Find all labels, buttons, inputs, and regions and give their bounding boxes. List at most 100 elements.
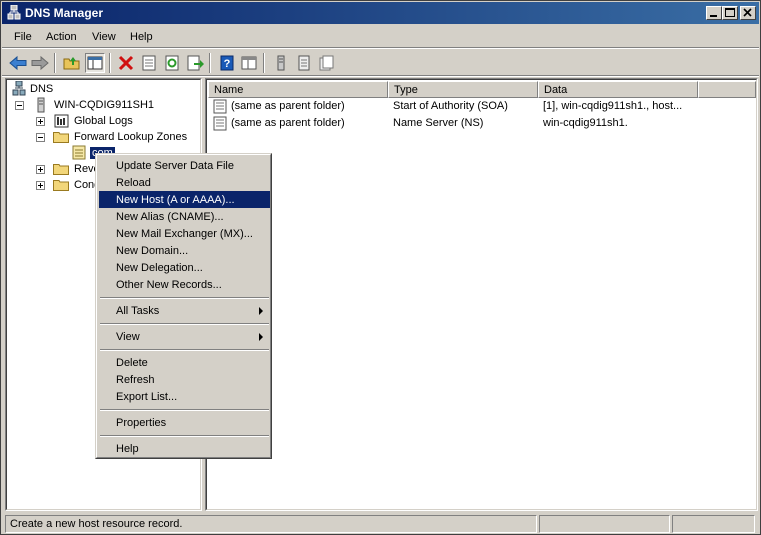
zone-button[interactable] [294, 53, 314, 73]
records-list: Name Type Data (same as parent folder) S… [206, 79, 757, 510]
folder-icon [53, 178, 69, 191]
properties-icon [142, 55, 156, 71]
show-hide-tree-button[interactable] [85, 53, 105, 73]
menu-item-new-delegation[interactable]: New Delegation... [99, 259, 270, 276]
record-name: (same as parent folder) [231, 100, 345, 112]
close-button[interactable] [740, 6, 756, 20]
menu-separator [100, 435, 269, 437]
menu-bar: File Action View Help [2, 27, 759, 47]
properties-button[interactable] [139, 53, 159, 73]
console-view-button[interactable] [239, 53, 259, 73]
results-pane[interactable]: Name Type Data (same as parent folder) S… [205, 78, 758, 511]
list-item[interactable]: (same as parent folder) Start of Authori… [209, 98, 757, 115]
minimize-button[interactable] [706, 6, 722, 20]
column-header-empty [698, 81, 756, 98]
console-icon [241, 56, 257, 70]
folder-icon [53, 130, 69, 143]
collapse-icon[interactable] [36, 133, 45, 142]
show-hide-tree-icon [87, 56, 103, 70]
expand-icon[interactable] [36, 181, 45, 190]
back-icon [9, 55, 27, 71]
window-title: DNS Manager [25, 6, 104, 20]
toolbar-separator [263, 53, 265, 73]
context-menu: Update Server Data File Reload New Host … [95, 153, 272, 459]
column-header-type[interactable]: Type [388, 81, 538, 98]
title-bar[interactable]: DNS Manager [2, 2, 759, 24]
menu-separator [100, 409, 269, 411]
server-icon [277, 55, 285, 71]
toolbar: ? [2, 50, 759, 75]
folder-icon [53, 162, 69, 175]
record-icon [319, 55, 334, 71]
record-icon [213, 99, 227, 114]
svg-text:?: ? [224, 58, 231, 70]
tree-label-forward-lookup-zones: Forward Lookup Zones [74, 131, 188, 143]
maximize-button[interactable] [722, 6, 738, 20]
menu-item-update-server-data-file[interactable]: Update Server Data File [99, 157, 270, 174]
server-icon [36, 97, 46, 113]
logs-icon [54, 114, 69, 128]
menu-separator [100, 323, 269, 325]
menu-item-new-alias[interactable]: New Alias (CNAME)... [99, 208, 270, 225]
dns-app-icon [7, 4, 21, 21]
status-cell [539, 515, 670, 533]
menu-help[interactable]: Help [130, 31, 153, 43]
menu-item-other-new-records[interactable]: Other New Records... [99, 276, 270, 293]
menu-item-view[interactable]: View [99, 328, 270, 345]
record-button[interactable] [316, 53, 336, 73]
dns-root-icon [12, 80, 26, 97]
up-level-button[interactable] [62, 53, 82, 73]
status-text: Create a new host resource record. [10, 518, 183, 530]
tree-label-server: WIN-CQDIG911SH1 [54, 99, 155, 111]
delete-button[interactable] [116, 53, 136, 73]
refresh-icon [165, 55, 179, 71]
column-header-data[interactable]: Data [538, 81, 698, 98]
menu-item-refresh[interactable]: Refresh [99, 371, 270, 388]
expand-icon[interactable] [36, 117, 45, 126]
record-data: win-cqdig911sh1. [543, 117, 628, 129]
up-folder-icon [63, 57, 80, 70]
collapse-icon[interactable] [15, 101, 24, 110]
server-button[interactable] [271, 53, 291, 73]
record-type: Name Server (NS) [393, 117, 484, 129]
record-type: Start of Authority (SOA) [393, 100, 508, 112]
status-bar: Create a new host resource record. [2, 514, 759, 534]
menu-item-reload[interactable]: Reload [99, 174, 270, 191]
export-list-button[interactable] [185, 53, 205, 73]
toolbar-separator [54, 53, 56, 73]
menu-action[interactable]: Action [46, 31, 77, 43]
menu-item-help[interactable]: Help [99, 440, 270, 457]
context-menu-body: Update Server Data File Reload New Host … [96, 154, 271, 458]
status-message-cell: Create a new host resource record. [5, 515, 537, 533]
zone-icon [298, 55, 310, 71]
menu-view[interactable]: View [92, 31, 116, 43]
expand-icon[interactable] [36, 165, 45, 174]
menu-item-properties[interactable]: Properties [99, 414, 270, 431]
forward-button[interactable] [30, 53, 50, 73]
dns-manager-window: DNS Manager File Action View Help ? DNS … [0, 0, 761, 535]
record-data: [1], win-cqdig911sh1., host... [543, 100, 683, 112]
toolbar-bottom-divider [2, 75, 759, 77]
menu-toolbar-divider [2, 47, 759, 49]
menu-item-new-domain[interactable]: New Domain... [99, 242, 270, 259]
menu-item-delete[interactable]: Delete [99, 354, 270, 371]
export-icon [187, 55, 204, 71]
help-button[interactable]: ? [217, 53, 237, 73]
forward-icon [31, 55, 49, 71]
menu-item-all-tasks[interactable]: All Tasks [99, 302, 270, 319]
menu-separator [100, 349, 269, 351]
list-item[interactable]: (same as parent folder) Name Server (NS)… [209, 115, 757, 132]
menu-separator [100, 297, 269, 299]
delete-icon [118, 55, 134, 71]
back-button[interactable] [8, 53, 28, 73]
menu-item-new-mail-exchanger[interactable]: New Mail Exchanger (MX)... [99, 225, 270, 242]
record-icon [213, 116, 227, 131]
column-header-name[interactable]: Name [208, 81, 388, 98]
submenu-arrow-icon [259, 307, 263, 315]
menu-item-new-host[interactable]: New Host (A or AAAA)... [99, 191, 270, 208]
menu-file[interactable]: File [14, 31, 32, 43]
refresh-button[interactable] [162, 53, 182, 73]
tree-label-dns: DNS [30, 83, 54, 95]
submenu-arrow-icon [259, 333, 263, 341]
menu-item-export-list[interactable]: Export List... [99, 388, 270, 405]
